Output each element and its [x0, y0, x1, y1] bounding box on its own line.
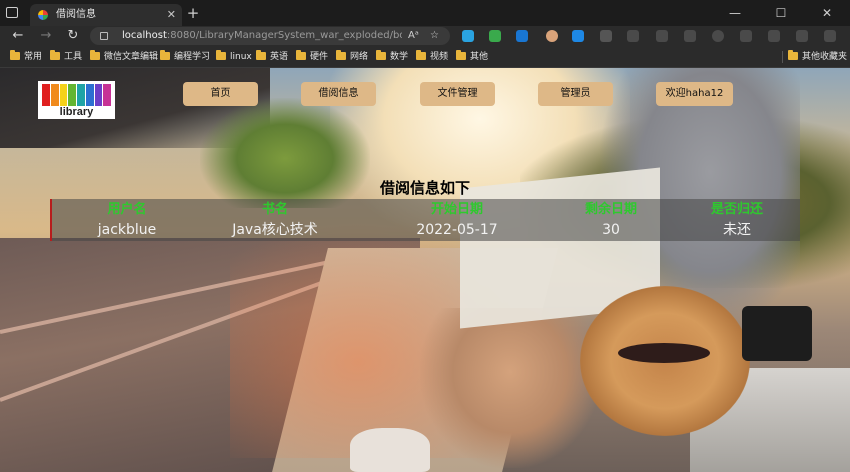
- browser-tab-bar: 借阅信息 ✕ + — ☐ ✕: [0, 0, 850, 26]
- folder-icon: [376, 50, 386, 60]
- other-bookmarks-folder[interactable]: 其他收藏夹: [788, 46, 847, 68]
- folder-icon: [416, 50, 426, 60]
- bookmarks-divider: [782, 51, 783, 63]
- background-photo: [618, 343, 710, 363]
- screenshot-icon[interactable]: [740, 30, 752, 42]
- downloads-icon[interactable]: [768, 30, 780, 42]
- more-menu-icon[interactable]: [824, 30, 836, 42]
- refresh-button[interactable]: ↻: [63, 26, 83, 46]
- borrow-table: 用户名 书名 开始日期 剩余日期 是否归还 jackblue Java核心技术 …: [50, 199, 800, 241]
- bookmark-folder[interactable]: 网络: [336, 46, 368, 68]
- nav-file-management-button[interactable]: 文件管理: [420, 82, 495, 106]
- folder-icon: [216, 50, 226, 60]
- tab-title: 借阅信息: [56, 9, 96, 20]
- history-icon[interactable]: [712, 30, 724, 42]
- bookmark-folder[interactable]: 其他: [456, 46, 488, 68]
- address-bar[interactable]: localhost:8080/LibraryManagerSystem_war_…: [90, 27, 450, 45]
- welcome-user-button[interactable]: 欢迎haha12: [656, 82, 733, 106]
- table-header: 开始日期: [430, 202, 483, 217]
- nav-admin-button[interactable]: 管理员: [538, 82, 613, 106]
- shield-extension-icon[interactable]: [489, 30, 501, 42]
- library-logo[interactable]: library: [38, 81, 115, 119]
- table-cell-book-title: Java核心技术: [232, 222, 318, 238]
- nav-borrow-info-button[interactable]: 借阅信息: [301, 82, 376, 106]
- folder-icon: [10, 50, 20, 60]
- extension-icon[interactable]: [516, 30, 528, 42]
- folder-icon: [256, 50, 266, 60]
- site-info-icon[interactable]: [100, 32, 108, 40]
- books-logo-icon: [42, 84, 111, 106]
- url-text[interactable]: localhost:8080/LibraryManagerSystem_war_…: [122, 27, 402, 45]
- minimize-button[interactable]: —: [712, 0, 758, 26]
- active-tab[interactable]: 借阅信息 ✕: [30, 4, 182, 26]
- page-content: library 首页 借阅信息 文件管理 管理员 欢迎haha12 借阅信息如下…: [0, 68, 850, 472]
- avatar-extension-icon[interactable]: [546, 30, 558, 42]
- bookmark-folder[interactable]: 常用: [10, 46, 42, 68]
- folder-icon: [90, 50, 100, 60]
- bookmark-folder[interactable]: linux: [216, 46, 252, 68]
- performance-icon[interactable]: [796, 30, 808, 42]
- nav-home-button[interactable]: 首页: [183, 82, 258, 106]
- telegram-extension-icon[interactable]: [462, 30, 474, 42]
- close-window-button[interactable]: ✕: [804, 0, 850, 26]
- folder-icon: [296, 50, 306, 60]
- logo-text: library: [59, 106, 94, 118]
- bookmark-folder[interactable]: 硬件: [296, 46, 328, 68]
- table-header: 书名: [261, 202, 288, 217]
- bookmark-folder[interactable]: 工具: [50, 46, 82, 68]
- bookmark-folder[interactable]: 视频: [416, 46, 448, 68]
- extensions-puzzle-icon[interactable]: [627, 30, 639, 42]
- table-title: 借阅信息如下: [379, 179, 470, 197]
- folder-icon: [336, 50, 346, 60]
- drop-extension-icon[interactable]: [572, 30, 584, 42]
- folder-icon: [788, 50, 798, 60]
- table-header: 用户名: [107, 202, 147, 217]
- tab-close-icon[interactable]: ✕: [167, 4, 176, 26]
- favorite-star-icon[interactable]: ☆: [430, 27, 439, 45]
- bookmark-folder[interactable]: 微信文章编辑: [90, 46, 158, 68]
- tab-actions-icon[interactable]: [6, 7, 18, 18]
- browser-toolbar: ← → ↻ localhost:8080/LibraryManagerSyste…: [0, 26, 850, 46]
- table-cell-returned: 未还: [723, 222, 751, 238]
- bookmark-folder[interactable]: 编程学习: [160, 46, 210, 68]
- back-button[interactable]: ←: [8, 26, 28, 46]
- table-cell-start-date: 2022-05-17: [416, 222, 498, 238]
- background-photo: [742, 306, 812, 361]
- favorites-icon[interactable]: [656, 30, 668, 42]
- bookmark-folder[interactable]: 数学: [376, 46, 408, 68]
- folder-icon: [50, 50, 60, 60]
- folder-icon: [160, 50, 170, 60]
- maximize-button[interactable]: ☐: [758, 0, 804, 26]
- bookmarks-bar: 常用 工具 微信文章编辑 编程学习 linux 英语 硬件 网络 数学 视频 其…: [0, 46, 850, 68]
- table-cell-username: jackblue: [97, 222, 157, 238]
- read-aloud-icon[interactable]: Aᵃ: [408, 27, 419, 45]
- background-photo: [350, 428, 430, 472]
- bookmark-folder[interactable]: 英语: [256, 46, 288, 68]
- forward-button[interactable]: →: [36, 26, 56, 46]
- favicon-icon: [38, 10, 48, 20]
- collections-icon[interactable]: [684, 30, 696, 42]
- table-header: 是否归还: [710, 202, 763, 217]
- notion-extension-icon[interactable]: [600, 30, 612, 42]
- new-tab-button[interactable]: +: [184, 4, 202, 22]
- background-photo: [420, 308, 600, 468]
- folder-icon: [456, 50, 466, 60]
